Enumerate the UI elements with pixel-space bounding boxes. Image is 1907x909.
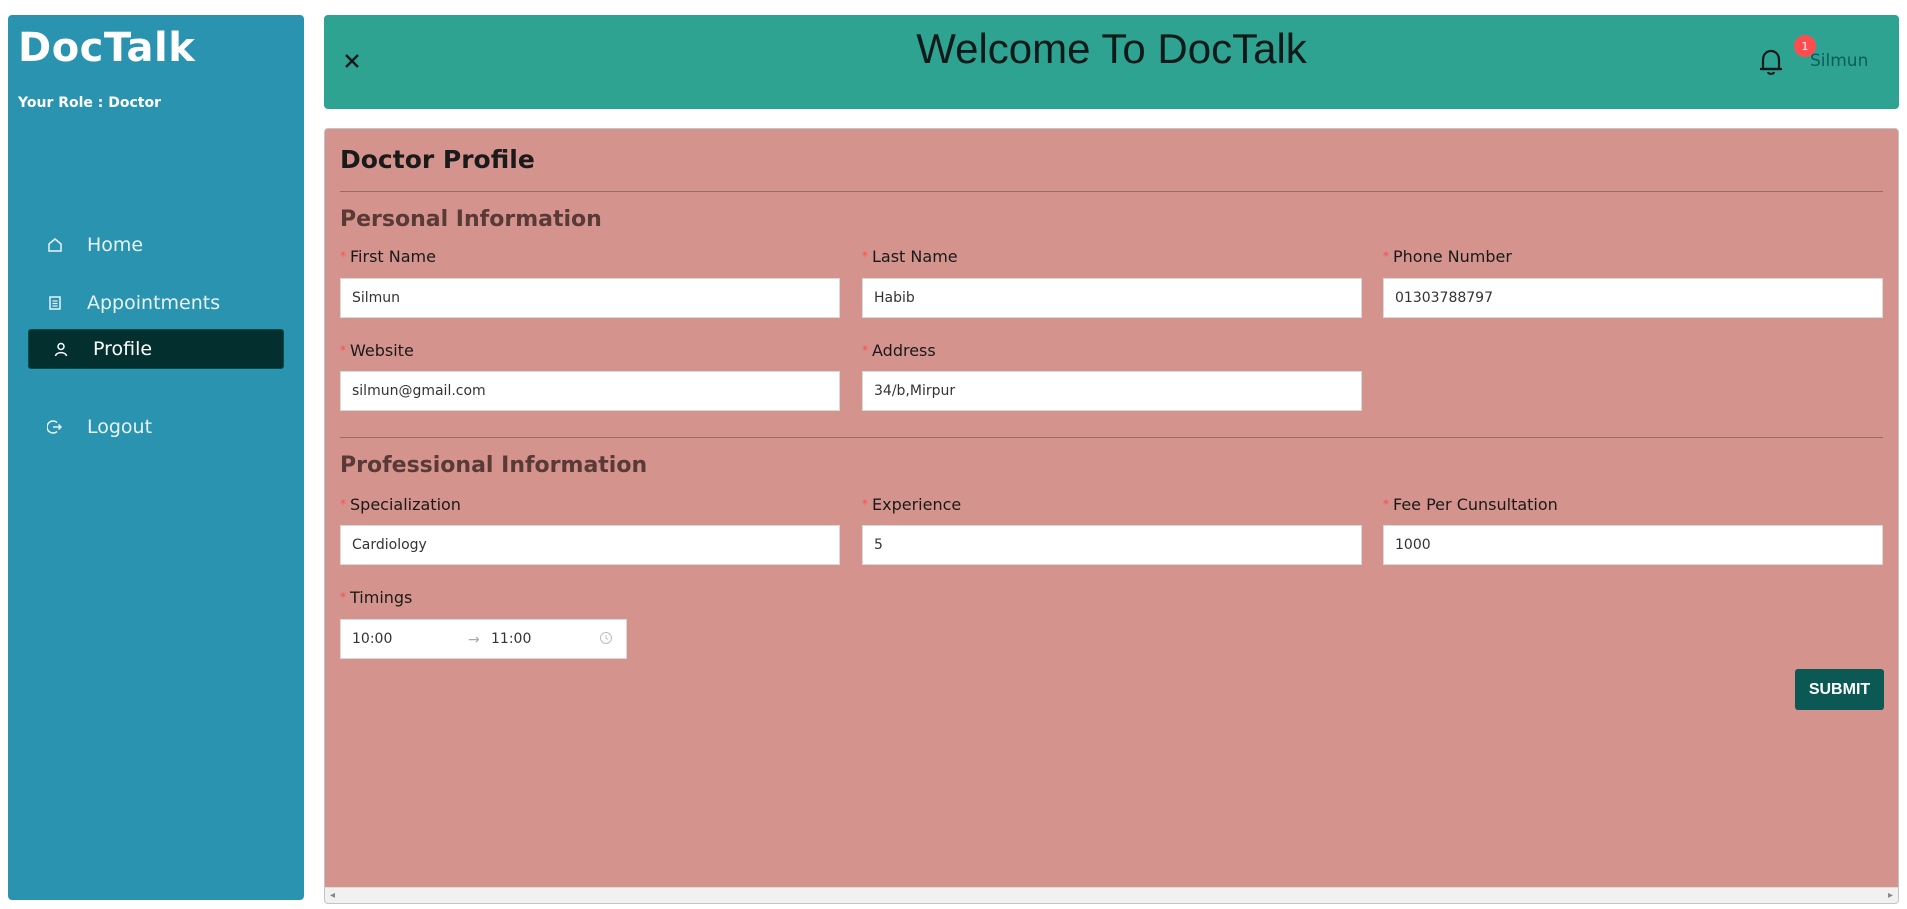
username-link[interactable]: Silmun [1810,51,1868,71]
last-name-input[interactable]: Habib [862,278,1362,318]
page-heading: Welcome To DocTalk [916,25,1307,72]
bell-icon[interactable] [1754,45,1788,79]
sidebar-item-label: Home [87,234,144,256]
header-bar: Welcome To DocTalk 1 Silmun [324,15,1899,109]
specialization-label: * Specialization [340,495,461,514]
last-name-label: * Last Name [862,247,958,266]
scroll-left-icon[interactable]: ◂ [330,890,335,901]
clock-icon [599,631,613,649]
brand-logo: DocTalk [18,25,196,71]
first-name-label: * First Name [340,247,436,266]
section-title-professional: Professional Information [340,453,648,478]
experience-input[interactable]: 5 [862,525,1362,565]
phone-input[interactable]: 01303788797 [1383,278,1883,318]
specialization-input[interactable]: Cardiology [340,525,840,565]
logout-icon [43,415,67,439]
home-icon [43,233,67,257]
profile-form-card: Doctor Profile Personal Information * Fir… [324,128,1899,904]
user-icon [49,337,73,361]
section-title-personal: Personal Information [340,207,602,232]
website-input[interactable]: silmun@gmail.com [340,371,840,411]
website-label: * Website [340,341,414,360]
fee-label: * Fee Per Cunsultation [1383,495,1558,514]
experience-label: * Experience [862,495,962,514]
horizontal-scrollbar[interactable]: ◂ ▸ [325,887,1898,903]
sidebar-item-label: Appointments [87,292,221,314]
sidebar-item-home[interactable]: Home [28,225,292,265]
submit-button[interactable]: SUBMIT [1795,669,1884,710]
first-name-input[interactable]: Silmun [340,278,840,318]
timings-label: * Timings [340,588,413,607]
address-label: * Address [862,341,936,360]
page-title: Doctor Profile [340,145,535,174]
scroll-right-icon[interactable]: ▸ [1888,890,1893,901]
sidebar: DocTalk Your Role : Doctor Home Appointm… [8,15,304,900]
sidebar-item-profile[interactable]: Profile [28,329,284,369]
sidebar-item-label: Logout [87,416,153,438]
divider [340,191,1883,192]
address-input[interactable]: 34/b,Mirpur [862,371,1362,411]
sidebar-item-logout[interactable]: Logout [28,407,292,447]
timings-end-input[interactable]: 11:00 [491,631,531,647]
list-icon [43,291,67,315]
timings-start-input[interactable]: 10:00 [352,631,392,647]
arrow-right-icon: → [468,632,480,648]
fee-input[interactable]: 1000 [1383,525,1883,565]
timings-range-picker[interactable]: 10:00 → 11:00 [340,619,627,659]
divider [340,437,1883,438]
phone-label: * Phone Number [1383,247,1512,266]
user-role: Your Role : Doctor [18,95,162,111]
sidebar-item-label: Profile [93,338,153,360]
sidebar-item-appointments[interactable]: Appointments [28,283,292,323]
